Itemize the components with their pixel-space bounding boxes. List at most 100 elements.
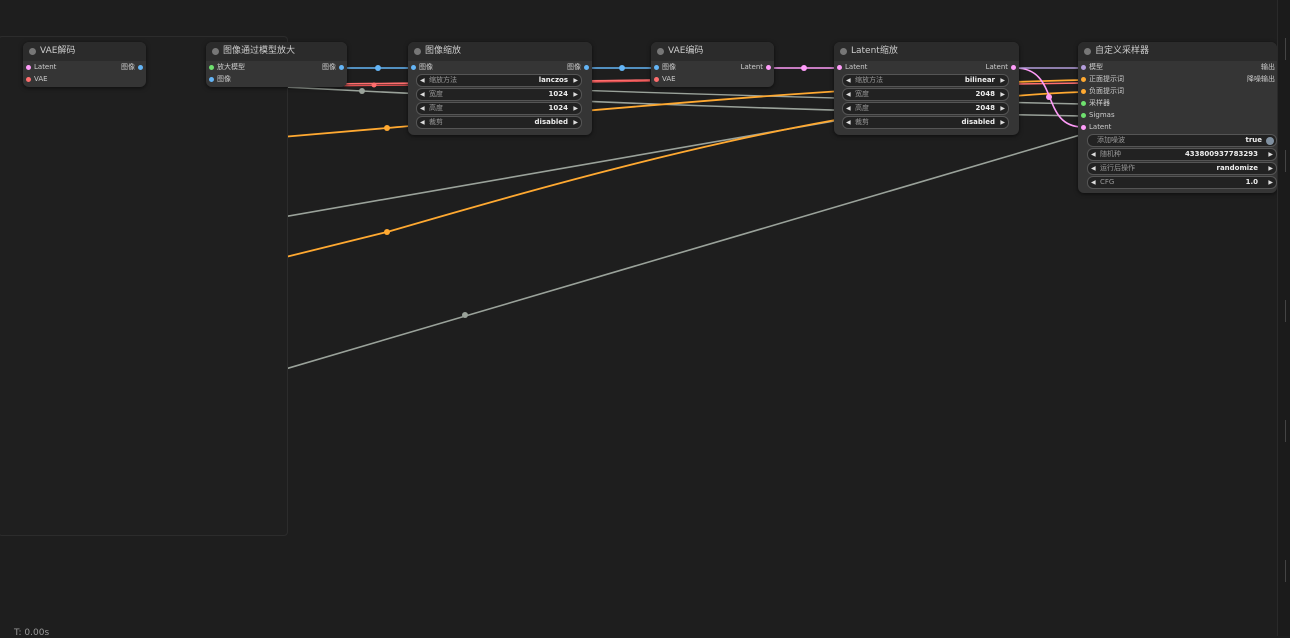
- decrement-arrow-icon[interactable]: ◀: [846, 75, 851, 86]
- upscale-method-combo[interactable]: ◀ 缩放方法 bilinear ▶: [842, 74, 1009, 87]
- image-pin-icon[interactable]: [584, 64, 589, 70]
- panel-tab[interactable]: [1285, 420, 1290, 442]
- upscale-model-node[interactable]: 图像通过模型放大 放大模型 图像 图像: [206, 42, 347, 87]
- width-number-widget[interactable]: ◀ 宽度 2048 ▶: [842, 88, 1009, 101]
- control-after-generate-combo[interactable]: ◀ 运行后操作 randomize ▶: [1087, 162, 1277, 175]
- increment-arrow-icon[interactable]: ▶: [1268, 177, 1273, 188]
- increment-arrow-icon[interactable]: ▶: [573, 103, 578, 114]
- latent-pin-icon[interactable]: [837, 64, 842, 70]
- output-label: Latent: [740, 63, 763, 71]
- collapse-dot-icon[interactable]: [840, 48, 847, 55]
- slot-row: Latent 图像: [23, 61, 146, 73]
- conditioning-pin-icon[interactable]: [1081, 76, 1086, 82]
- increment-arrow-icon[interactable]: ▶: [1000, 103, 1005, 114]
- panel-tab[interactable]: [1285, 300, 1290, 322]
- toggle-knob-icon[interactable]: [1266, 136, 1274, 145]
- input-label: 负面提示词: [1089, 87, 1124, 95]
- upscale-method-combo[interactable]: ◀ 缩放方法 lanczos ▶: [416, 74, 582, 87]
- vae-decode-node[interactable]: VAE解码 Latent 图像 VAE: [23, 42, 146, 87]
- node-group[interactable]: [0, 36, 288, 536]
- slot-row: VAE: [23, 73, 146, 85]
- node-title[interactable]: 图像通过模型放大: [206, 42, 347, 61]
- node-title[interactable]: 自定义采样器: [1078, 42, 1277, 61]
- slot-row: 采样器: [1078, 97, 1277, 109]
- panel-tab[interactable]: [1285, 38, 1290, 60]
- decrement-arrow-icon[interactable]: ◀: [846, 103, 851, 114]
- crop-combo[interactable]: ◀ 裁剪 disabled ▶: [842, 116, 1009, 129]
- increment-arrow-icon[interactable]: ▶: [573, 89, 578, 100]
- increment-arrow-icon[interactable]: ▶: [1268, 149, 1273, 160]
- decrement-arrow-icon[interactable]: ◀: [1091, 149, 1096, 160]
- image-scale-node[interactable]: 图像缩放 图像 图像 ◀ 缩放方法 lanczos ▶ ◀ 宽度 1024 ▶ …: [408, 42, 592, 135]
- increment-arrow-icon[interactable]: ▶: [1000, 89, 1005, 100]
- node-title[interactable]: Latent缩放: [834, 42, 1019, 61]
- input-label: 图像: [217, 75, 231, 83]
- input-label: 放大模型: [217, 63, 245, 71]
- image-pin-icon[interactable]: [209, 76, 214, 82]
- decrement-arrow-icon[interactable]: ◀: [420, 75, 425, 86]
- collapse-dot-icon[interactable]: [212, 48, 219, 55]
- render-stats: T: 0.00s: [14, 628, 50, 638]
- crop-combo[interactable]: ◀ 裁剪 disabled ▶: [416, 116, 582, 129]
- output-label: 图像: [121, 63, 135, 71]
- node-title[interactable]: VAE解码: [23, 42, 146, 61]
- decrement-arrow-icon[interactable]: ◀: [420, 103, 425, 114]
- model-pin-icon[interactable]: [1081, 64, 1086, 70]
- decrement-arrow-icon[interactable]: ◀: [846, 89, 851, 100]
- custom-sampler-node[interactable]: 自定义采样器 模型 输出 正面提示词 降噪输出 负面提示词 采样器 Sigmas…: [1078, 42, 1277, 193]
- height-number-widget[interactable]: ◀ 高度 1024 ▶: [416, 102, 582, 115]
- conditioning-pin-icon[interactable]: [1081, 88, 1086, 94]
- slot-row: 图像 图像: [408, 61, 592, 73]
- vae-pin-icon[interactable]: [26, 76, 31, 82]
- slot-row: Latent: [1078, 121, 1277, 133]
- increment-arrow-icon[interactable]: ▶: [573, 75, 578, 86]
- input-label: VAE: [662, 75, 676, 83]
- side-panel-strip[interactable]: [1277, 0, 1290, 636]
- add-noise-toggle[interactable]: 添加噪波 true: [1087, 134, 1277, 147]
- slot-row: VAE: [651, 73, 774, 85]
- panel-tab[interactable]: [1285, 560, 1290, 582]
- decrement-arrow-icon[interactable]: ◀: [846, 117, 851, 128]
- height-number-widget[interactable]: ◀ 高度 2048 ▶: [842, 102, 1009, 115]
- decrement-arrow-icon[interactable]: ◀: [1091, 163, 1096, 174]
- collapse-dot-icon[interactable]: [1084, 48, 1091, 55]
- decrement-arrow-icon[interactable]: ◀: [1091, 177, 1096, 188]
- panel-tab[interactable]: [1285, 150, 1290, 172]
- node-title[interactable]: VAE编码: [651, 42, 774, 61]
- width-number-widget[interactable]: ◀ 宽度 1024 ▶: [416, 88, 582, 101]
- image-pin-icon[interactable]: [138, 64, 143, 70]
- cfg-number-widget[interactable]: ◀ CFG 1.0 ▶: [1087, 176, 1277, 189]
- output-label: 输出: [1261, 63, 1275, 71]
- latent-pin-icon[interactable]: [1011, 64, 1016, 70]
- sampler-pin-icon[interactable]: [1081, 100, 1086, 106]
- input-label: Latent: [1089, 123, 1112, 131]
- image-pin-icon[interactable]: [411, 64, 416, 70]
- link-vae-3: [1017, 82, 1083, 85]
- sigmas-pin-icon[interactable]: [1081, 112, 1086, 118]
- collapse-dot-icon[interactable]: [657, 48, 664, 55]
- increment-arrow-icon[interactable]: ▶: [1268, 163, 1273, 174]
- collapse-dot-icon[interactable]: [29, 48, 36, 55]
- increment-arrow-icon[interactable]: ▶: [573, 117, 578, 128]
- decrement-arrow-icon[interactable]: ◀: [420, 117, 425, 128]
- input-label: 采样器: [1089, 99, 1110, 107]
- latent-pin-icon[interactable]: [26, 64, 31, 70]
- image-pin-icon[interactable]: [654, 64, 659, 70]
- slot-row: 负面提示词: [1078, 85, 1277, 97]
- output-label: Latent: [985, 63, 1008, 71]
- vae-pin-icon[interactable]: [654, 76, 659, 82]
- input-label: Latent: [845, 63, 868, 71]
- increment-arrow-icon[interactable]: ▶: [1000, 75, 1005, 86]
- collapse-dot-icon[interactable]: [414, 48, 421, 55]
- seed-number-widget[interactable]: ◀ 随机种 433800937783293 ▶: [1087, 148, 1277, 161]
- node-title[interactable]: 图像缩放: [408, 42, 592, 61]
- latent-scale-node[interactable]: Latent缩放 Latent Latent ◀ 缩放方法 bilinear ▶…: [834, 42, 1019, 135]
- upscale-model-pin-icon[interactable]: [209, 64, 214, 70]
- vae-encode-node[interactable]: VAE编码 图像 Latent VAE: [651, 42, 774, 87]
- image-pin-icon[interactable]: [339, 64, 344, 70]
- slot-row: 模型 输出: [1078, 61, 1277, 73]
- latent-pin-icon[interactable]: [766, 64, 771, 70]
- latent-pin-icon[interactable]: [1081, 124, 1086, 130]
- decrement-arrow-icon[interactable]: ◀: [420, 89, 425, 100]
- increment-arrow-icon[interactable]: ▶: [1000, 117, 1005, 128]
